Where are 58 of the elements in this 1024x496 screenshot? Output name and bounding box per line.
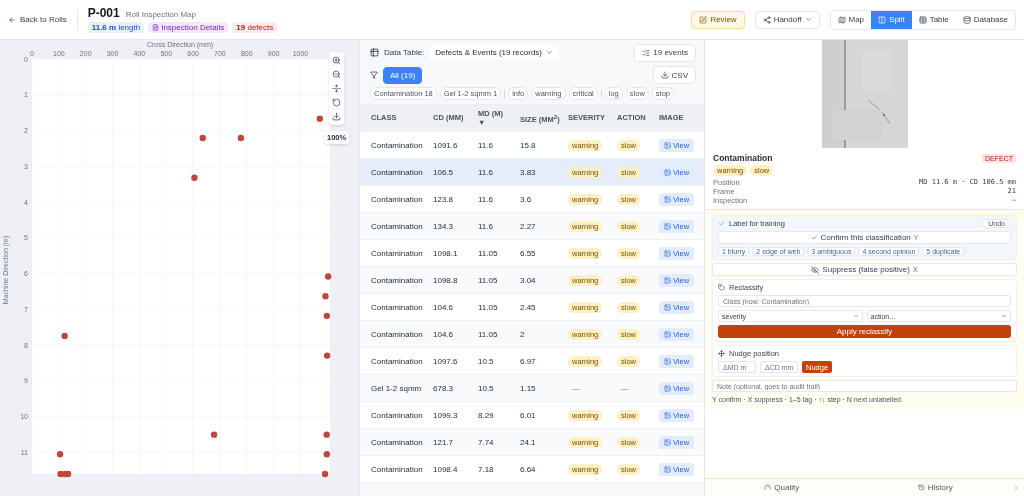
table-cell-text: 10.5 (478, 356, 495, 366)
table-cell-text: Contamination (371, 356, 424, 366)
table-cell-text: 8.29 (478, 410, 495, 420)
table-cell-text: 1098.4 (433, 464, 459, 474)
table-cell-text: Contamination (371, 410, 424, 420)
table-cell-text: 2 (520, 329, 526, 339)
table-cell-text: 1099.3 (433, 410, 459, 420)
table-cell-text: 11.6 (478, 140, 494, 150)
table-cell-text: 1098.8 (433, 275, 459, 285)
table-cell-text: 7.18 (478, 464, 495, 474)
table-cell-text: 11.05 (478, 302, 499, 312)
table-cell-text: 106.5 (433, 167, 455, 177)
table-cell-text: 6.01 (520, 410, 537, 420)
table-cell-text: Contamination (371, 140, 424, 150)
table-cell-text: 11.05 (478, 275, 499, 285)
table-cell-text: 121.7 (433, 437, 455, 447)
table-cell-text: 3.83 (520, 167, 537, 177)
table-cell-text: 2.27 (520, 221, 537, 231)
table-cell-text: 3.04 (520, 275, 537, 285)
table-cell-text: 11.05 (478, 329, 499, 339)
table-cell-text: 11.6 (478, 194, 494, 204)
table-cell-text: Contamination (371, 437, 424, 447)
table-cell-text: 10.5 (478, 383, 495, 393)
table-cell-text: 2.45 (520, 302, 537, 312)
table-cell-text: 104.6 (433, 302, 455, 312)
table-cell-text: 24.1 (520, 437, 537, 447)
table-cell-text: 678.3 (433, 383, 455, 393)
table-cell-text: 123.8 (433, 194, 455, 204)
stat-badge: 19 defects (232, 22, 278, 33)
page-title: P-001 (87, 6, 120, 20)
table-cell-text: Contamination (371, 302, 424, 312)
table-cell-text: 1098.1 (433, 248, 459, 258)
page-subtitle: Roll Inspection Map (125, 10, 196, 19)
table-cell-text: 6.64 (520, 464, 537, 474)
table-label: Data Table: (384, 48, 425, 57)
table-cell-text: Contamination (371, 221, 424, 231)
table-cell-text: 134.3 (433, 221, 455, 231)
table-cell-text: Contamination (371, 194, 424, 204)
table-cell-text: 6.97 (520, 356, 537, 366)
table-cell-text: Contamination (371, 248, 424, 258)
table-cell-text: 11.05 (478, 248, 499, 258)
table-cell-text: 104.6 (433, 329, 455, 339)
table-cell-text: 11.6 (478, 221, 494, 231)
stat-badge: 11.6 m length (87, 22, 145, 33)
table-cell-text: 1091.6 (433, 140, 459, 150)
table-cell-text: Contamination (371, 167, 424, 177)
table-cell-text: 11.6 (478, 167, 494, 177)
table-cell-text: 1097.6 (433, 356, 459, 366)
table-cell-text: 7.74 (478, 437, 495, 447)
table-cell-text: Contamination (371, 464, 424, 474)
defect-title: Contamination (713, 153, 773, 163)
table-cell-text: Gel 1-2 sqmm (371, 383, 423, 393)
table-cell-text: 15.8 (520, 140, 537, 150)
table-cell-text: 6.55 (520, 248, 537, 258)
table-cell-text: 3.6 (520, 194, 533, 204)
table-cell-text: 1.15 (520, 383, 537, 393)
table-cell-text: Contamination (371, 329, 424, 339)
table-cell-text: Contamination (371, 275, 424, 285)
